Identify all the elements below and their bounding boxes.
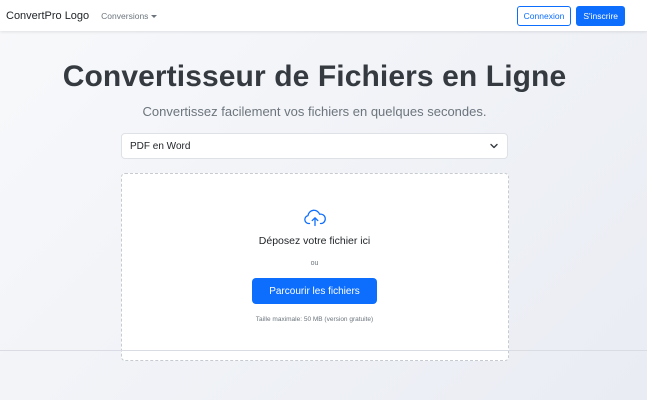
signup-button[interactable]: S'inscrire <box>576 5 625 26</box>
nav-actions: Connexion S'inscrire <box>516 5 641 26</box>
cloud-upload-icon <box>304 209 326 227</box>
drop-instruction: Déposez votre fichier ici <box>258 235 371 247</box>
section-divider <box>0 350 647 351</box>
conversion-type-value: PDF en Word <box>130 140 191 152</box>
file-size-limit: Taille maximale: 50 MB (version gratuite… <box>255 316 374 323</box>
brand-logo[interactable]: ConvertPro Logo <box>6 10 89 22</box>
conversions-dropdown[interactable]: Conversions <box>101 10 158 21</box>
caret-down-icon <box>151 14 158 18</box>
conversion-type-select[interactable]: PDF en Word <box>121 133 508 159</box>
login-button[interactable]: Connexion <box>516 5 572 26</box>
page: ConvertPro Logo Conversions Connexion S'… <box>0 0 647 400</box>
browse-files-button[interactable]: Parcourir les fichiers <box>252 278 377 304</box>
or-separator: ou <box>310 260 319 267</box>
chevron-down-icon <box>490 143 498 149</box>
page-subtitle: Convertissez facilement vos fichiers en … <box>142 104 487 119</box>
page-title: Convertisseur de Fichiers en Ligne <box>62 60 567 93</box>
navbar: ConvertPro Logo Conversions Connexion S'… <box>0 0 647 31</box>
conversions-dropdown-label: Conversions <box>101 10 149 21</box>
file-drop-zone[interactable]: Déposez votre fichier ici ou Parcourir l… <box>121 173 509 361</box>
